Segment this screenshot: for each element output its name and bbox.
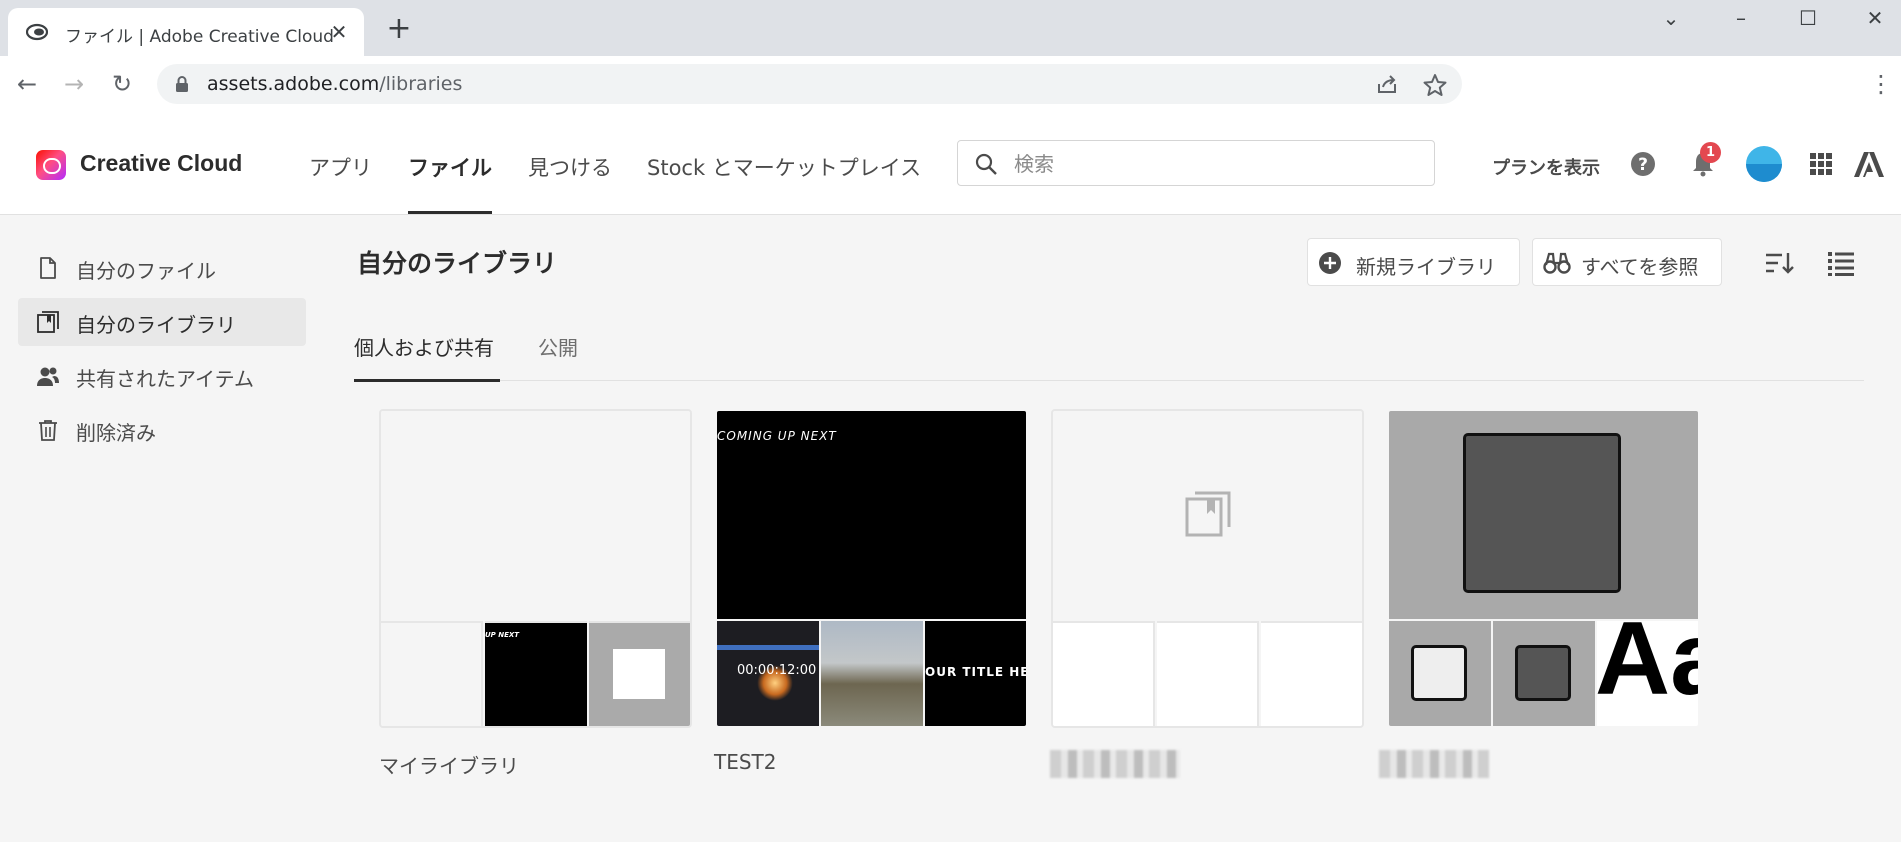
sidebar-item-label: 共有されたアイテム: [76, 367, 254, 391]
library-preview-empty: [381, 411, 690, 619]
address-url: assets.adobe.com/libraries: [207, 73, 462, 95]
browse-all-button[interactable]: すべてを参照: [1532, 238, 1722, 286]
tab-public[interactable]: 公開: [538, 332, 578, 361]
library-thumb-shape-dark: [1493, 621, 1595, 726]
tab-search-chevron-icon[interactable]: ⌄: [1651, 4, 1691, 32]
search-icon: [975, 153, 997, 175]
library-thumb-empty: [1157, 621, 1259, 726]
help-icon[interactable]: ?: [1629, 150, 1657, 178]
bookmark-star-icon[interactable]: [1422, 72, 1448, 98]
thumb-timecode: 00:00:12:00: [737, 663, 817, 678]
sidebar-item-my-files[interactable]: 自分のファイル: [18, 244, 306, 292]
library-preview-shape: [1389, 411, 1698, 619]
library-card-name-redacted[interactable]: [1379, 750, 1489, 778]
thumb-font-glyphs: Aa: [1597, 621, 1698, 717]
search-box[interactable]: [957, 140, 1435, 186]
nav-files[interactable]: ファイル: [408, 152, 492, 182]
sidebar-item-label: 自分のライブラリ: [76, 313, 236, 337]
active-tab-indicator: [354, 379, 500, 382]
library-card[interactable]: Aa: [1387, 409, 1700, 728]
library-thumb-title: OUR TITLE HERE: [925, 621, 1026, 726]
sidebar-item-label: 削除済み: [76, 421, 156, 445]
active-nav-indicator: [408, 211, 492, 214]
app-grid-icon[interactable]: [1807, 150, 1835, 178]
app-header: Creative Cloud アプリ ファイル 見つける Stock とマーケッ…: [0, 112, 1901, 215]
svg-text:?: ?: [1638, 155, 1648, 175]
add-circle-icon: [1319, 252, 1341, 274]
trash-icon: [39, 420, 57, 441]
forward-arrow-icon[interactable]: →: [58, 68, 90, 100]
library-placeholder-icon: [1185, 491, 1231, 537]
page-title: 自分のライブラリ: [357, 249, 558, 278]
library-preview-empty: [1053, 411, 1362, 619]
browse-all-label: すべてを参照: [1581, 255, 1699, 279]
library-thumb-video: UP NEXT: [485, 621, 587, 726]
sidebar-item-my-libraries[interactable]: 自分のライブラリ: [18, 298, 306, 346]
avatar[interactable]: [1746, 146, 1782, 182]
library-card-name[interactable]: TEST2: [714, 750, 777, 774]
url-path: /libraries: [379, 73, 463, 95]
nav-stock-marketplace[interactable]: Stock とマーケットプレイス: [647, 152, 921, 182]
sidebar-item-label: 自分のファイル: [76, 259, 216, 283]
library-thumb-shape-light: [1389, 621, 1491, 726]
library-thumb-empty: [381, 621, 483, 726]
new-tab-icon[interactable]: +: [383, 14, 415, 46]
close-window-icon[interactable]: ✕: [1855, 4, 1895, 32]
reload-icon[interactable]: ↻: [106, 68, 138, 100]
browser-tab-title: ファイル | Adobe Creative Cloud: [65, 27, 334, 47]
library-card-name[interactable]: マイライブラリ: [379, 750, 519, 779]
brand-name[interactable]: Creative Cloud: [80, 150, 242, 177]
search-input[interactable]: [1012, 149, 1416, 179]
back-arrow-icon[interactable]: ←: [11, 68, 43, 100]
binoculars-icon: [1543, 252, 1571, 274]
close-tab-icon[interactable]: ✕: [326, 19, 352, 45]
sidebar-item-deleted[interactable]: 削除済み: [18, 406, 306, 454]
nav-apps[interactable]: アプリ: [309, 152, 372, 182]
library-thumb-photo: [821, 621, 923, 726]
browser-tab-strip: ファイル | Adobe Creative Cloud ✕ + ⌄ – ☐ ✕: [0, 0, 1901, 56]
nav-discover[interactable]: 見つける: [528, 152, 612, 182]
list-view-icon[interactable]: [1826, 248, 1856, 278]
new-library-button[interactable]: 新規ライブラリ: [1307, 238, 1520, 286]
library-icon: [37, 311, 59, 333]
library-card[interactable]: UP NEXT: [379, 409, 692, 728]
adobe-logo-icon[interactable]: [1853, 150, 1885, 178]
library-card[interactable]: [1051, 409, 1364, 728]
creative-cloud-logo-icon[interactable]: [36, 150, 66, 180]
lock-icon: [176, 76, 188, 92]
library-thumb-empty: [1261, 621, 1362, 726]
new-library-label: 新規ライブラリ: [1356, 255, 1496, 279]
notification-badge: 1: [1700, 142, 1721, 163]
tabs-divider: [354, 380, 1864, 381]
creative-cloud-favicon-icon: [26, 23, 48, 41]
library-thumb-empty: [1053, 621, 1155, 726]
file-icon: [40, 257, 56, 279]
library-card-name-redacted[interactable]: [1050, 750, 1180, 778]
thumb-coming-up-text: COMING UP NEXT: [717, 429, 837, 443]
tab-personal-shared[interactable]: 個人および共有: [354, 332, 494, 361]
library-thumb-font: Aa: [1597, 621, 1698, 726]
people-icon: [37, 367, 59, 386]
browser-menu-icon[interactable]: ⋮: [1869, 68, 1893, 100]
sort-icon[interactable]: [1764, 248, 1794, 278]
address-bar[interactable]: assets.adobe.com/libraries: [157, 64, 1462, 104]
library-thumb-color: [589, 621, 690, 726]
thumb-title-text: OUR TITLE HERE: [925, 665, 1028, 679]
url-host: assets.adobe.com: [207, 73, 380, 95]
share-icon[interactable]: [1374, 72, 1400, 98]
maximize-window-icon[interactable]: ☐: [1788, 4, 1828, 32]
browser-tab[interactable]: ファイル | Adobe Creative Cloud ✕: [8, 8, 364, 56]
sidebar-item-shared[interactable]: 共有されたアイテム: [18, 352, 306, 400]
library-card[interactable]: COMING UP NEXT 00:00:12:00 OUR TITLE HER…: [715, 409, 1028, 728]
view-plans-link[interactable]: プランを表示: [1492, 154, 1600, 180]
minimize-window-icon[interactable]: –: [1721, 4, 1761, 32]
thumb-up-next-text: UP NEXT: [485, 631, 520, 639]
browser-toolbar: ← → ↻ assets.adobe.com/libraries ⋮: [0, 56, 1901, 112]
library-thumb-timeline: 00:00:12:00: [717, 621, 819, 726]
library-preview-video: COMING UP NEXT: [717, 411, 1026, 619]
